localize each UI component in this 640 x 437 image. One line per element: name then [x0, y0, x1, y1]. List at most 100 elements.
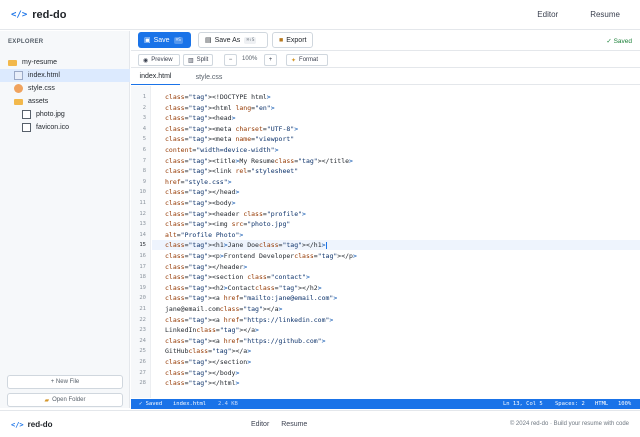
- export-button[interactable]: ■ Export: [272, 32, 313, 48]
- line-number: 27: [139, 369, 146, 376]
- line-number: 15: [139, 242, 146, 249]
- new-file-button[interactable]: + New File: [7, 375, 123, 389]
- line-number: 17: [139, 263, 146, 270]
- code-line: class="tag"><link rel="stylesheet": [165, 167, 299, 176]
- html-file-icon: [14, 71, 23, 80]
- status-spaces[interactable]: Spaces: 2: [555, 401, 585, 407]
- code-line: class="tag"><!DOCTYPE html>: [165, 93, 271, 101]
- footer-app-name: red-do: [27, 420, 53, 429]
- code-line: class="tag"><header class="profile">: [165, 209, 306, 218]
- line-number: 1: [142, 94, 146, 100]
- main-toolbar: ▣ Save ⌘S ▤ Save As ⌘⇧S ■ Export ✓ Saved: [131, 31, 640, 51]
- tree-item-label: photo.jpg: [36, 111, 65, 118]
- save-status: ✓ Saved: [606, 38, 632, 45]
- status-language[interactable]: HTML: [595, 401, 608, 407]
- tree-item-index-html[interactable]: index.html: [0, 69, 130, 82]
- code-line: class="tag"><html lang="en">: [165, 103, 275, 112]
- tree-item-my-resume[interactable]: my-resume: [0, 56, 130, 69]
- app-logo[interactable]: </> red-do: [11, 9, 67, 21]
- code-line: href="style.css">: [165, 177, 232, 186]
- code-brackets-icon: </>: [11, 9, 28, 20]
- top-nav: Editor Resume: [505, 10, 620, 19]
- export-label: Export: [286, 36, 307, 44]
- code-line: class="tag"><meta charset="UTF-8">: [165, 124, 299, 133]
- eye-icon: ◉: [143, 57, 149, 64]
- nav-resume-link[interactable]: Resume: [590, 10, 620, 19]
- tab-index-html[interactable]: index.html: [131, 69, 180, 85]
- code-line: class="tag"><img src="photo.jpg": [165, 220, 291, 229]
- code-editor[interactable]: 1 2 3 4 5 6 7 8 9 10 11 12 13 14 15 16 17 18 19 20 21 22 23 24 2…: [131, 86, 640, 398]
- line-number-gutter: 1 2 3 4 5 6 7 8 9 10 11 12 13 14 15 16 17 18 19 20 21 22 23 24 2…: [131, 86, 151, 398]
- zoom-in-button[interactable]: +: [264, 54, 277, 66]
- save-shortcut: ⌘S: [173, 36, 184, 44]
- code-line: class="tag"><a href="https://linkedin.co…: [165, 315, 334, 324]
- footer-logo[interactable]: </> red-do: [11, 420, 53, 429]
- page-footer: </> red-do Editor Resume © 2024 red-do ·…: [0, 410, 640, 437]
- open-folder-button[interactable]: ▰ Open Folder: [7, 393, 123, 407]
- code-line: GitHubclass="tag"></a>: [165, 347, 252, 356]
- split-view-icon: ▥: [188, 57, 194, 64]
- folder-open-icon: [14, 98, 23, 105]
- line-number: 6: [142, 147, 146, 153]
- tree-item-favicon-ico[interactable]: favicon.ico: [0, 121, 130, 134]
- tree-item-photo-jpg[interactable]: photo.jpg: [0, 108, 130, 121]
- status-file: index.html: [173, 401, 207, 407]
- line-number: 7: [142, 157, 146, 164]
- code-brackets-icon: </>: [11, 420, 24, 429]
- line-number: 23: [139, 327, 146, 334]
- status-cursor[interactable]: Ln 13, Col 5: [503, 401, 543, 407]
- text-caret: [325, 241, 327, 249]
- tree-item-label: index.html: [28, 72, 60, 79]
- line-number: 13: [139, 221, 146, 228]
- code-line: LinkedInclass="tag"></a>: [165, 326, 259, 335]
- code-line: class="tag"><body>: [165, 199, 236, 207]
- split-label: Split: [196, 57, 209, 63]
- preview-button[interactable]: ◉ Preview: [138, 54, 180, 66]
- code-line: jane@email.comclass="tag"></a>: [165, 305, 283, 313]
- image-file-icon: [22, 123, 31, 132]
- explorer-title: EXPLORER: [8, 39, 44, 45]
- split-button[interactable]: ▥ Split: [183, 54, 213, 66]
- status-size: 2.4 KB: [218, 401, 238, 407]
- save-label: Save: [153, 36, 170, 44]
- footer-editor-link[interactable]: Editor: [251, 421, 269, 428]
- save-as-button[interactable]: ▤ Save As ⌘⇧S: [198, 32, 268, 48]
- code-line: class="tag"><h2>Contactclass="tag"></h2>: [165, 283, 322, 292]
- code-line: class="tag"><meta name="viewport": [165, 135, 295, 144]
- top-header: </> red-do Editor Resume: [0, 0, 640, 30]
- save-button[interactable]: ▣ Save ⌘S: [138, 32, 191, 48]
- code-line: content="width=device-width">: [165, 146, 279, 154]
- code-line: class="tag"></section>: [165, 358, 252, 366]
- line-number: 21: [139, 306, 146, 312]
- line-number: 5: [142, 136, 146, 143]
- line-number: 11: [139, 200, 146, 206]
- nav-editor-link[interactable]: Editor: [537, 10, 558, 19]
- line-number: 2: [142, 104, 146, 111]
- footer-resume-link[interactable]: Resume: [281, 421, 307, 428]
- code-line: class="tag"></body>: [165, 368, 240, 377]
- tab-style-css[interactable]: style.css: [188, 69, 230, 85]
- tree-item-style-css[interactable]: style.css: [0, 82, 130, 95]
- document-icon: ▤: [205, 37, 212, 44]
- line-number: 3: [142, 115, 146, 122]
- save-as-shortcut: ⌘⇧S: [244, 36, 257, 44]
- zoom-out-button[interactable]: −: [224, 54, 237, 66]
- code-line: class="tag"><a href="https://github.com"…: [165, 336, 326, 345]
- footer-links: Editor Resume: [251, 421, 317, 428]
- file-explorer-sidebar: EXPLORER my-resume index.html style.css …: [0, 31, 130, 408]
- tree-item-assets[interactable]: assets: [0, 95, 130, 108]
- css-file-icon: [14, 84, 23, 93]
- status-zoom: 100%: [618, 401, 632, 407]
- line-number: 4: [142, 125, 146, 132]
- file-tree: my-resume index.html style.css assets ph…: [0, 56, 130, 134]
- line-number: 24: [139, 337, 146, 344]
- format-button[interactable]: ✦ Format: [286, 54, 328, 66]
- line-number: 18: [139, 274, 146, 281]
- line-number: 20: [139, 295, 146, 302]
- line-number: 12: [139, 210, 146, 217]
- code-line: class="tag"></head>: [165, 188, 240, 197]
- code-line: class="tag"></header>: [165, 262, 248, 271]
- sparkle-icon: ✦: [291, 57, 297, 64]
- image-file-icon: [22, 110, 31, 119]
- line-number: 10: [139, 189, 146, 196]
